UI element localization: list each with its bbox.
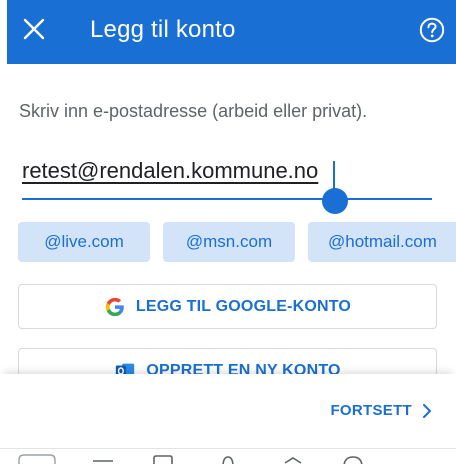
text-caret (333, 161, 335, 191)
circle-icon[interactable] (342, 454, 364, 464)
suggestion-chip-live[interactable]: @live.com (18, 222, 150, 262)
page-title: Legg til konto (90, 16, 236, 43)
email-field[interactable]: retest@rendalen.kommune.no (22, 158, 432, 214)
bottom-navigation-strip (0, 452, 456, 464)
add-google-account-label: LEGG TIL GOOGLE-KONTO (135, 297, 352, 315)
continue-label: FORTSETT (330, 402, 412, 419)
keyboard-key-icon[interactable] (18, 454, 56, 464)
suggestion-chip-msn[interactable]: @msn.com (163, 222, 295, 262)
continue-button[interactable]: FORTSETT (330, 402, 432, 419)
close-icon[interactable] (21, 16, 47, 42)
footer-divider (0, 448, 456, 449)
add-google-account-button[interactable]: LEGG TIL GOOGLE-KONTO (18, 284, 437, 329)
help-icon[interactable] (419, 17, 445, 43)
email-value[interactable]: retest@rendalen.kommune.no (22, 158, 318, 184)
app-bar: Legg til konto (7, 0, 456, 64)
selection-handle[interactable] (322, 188, 348, 214)
suggestion-chip-hotmail[interactable]: @hotmail.com (308, 222, 456, 262)
menu-icon[interactable] (92, 454, 114, 464)
swap-icon[interactable] (282, 454, 304, 464)
square-icon[interactable] (152, 454, 174, 464)
footer-bar: FORTSETT (0, 374, 456, 464)
email-prompt: Skriv inn e-postadresse (arbeid eller pr… (19, 101, 368, 121)
google-icon (105, 297, 124, 316)
person-icon[interactable] (218, 454, 238, 464)
chevron-right-icon (423, 403, 431, 418)
email-field-underline (22, 198, 432, 200)
